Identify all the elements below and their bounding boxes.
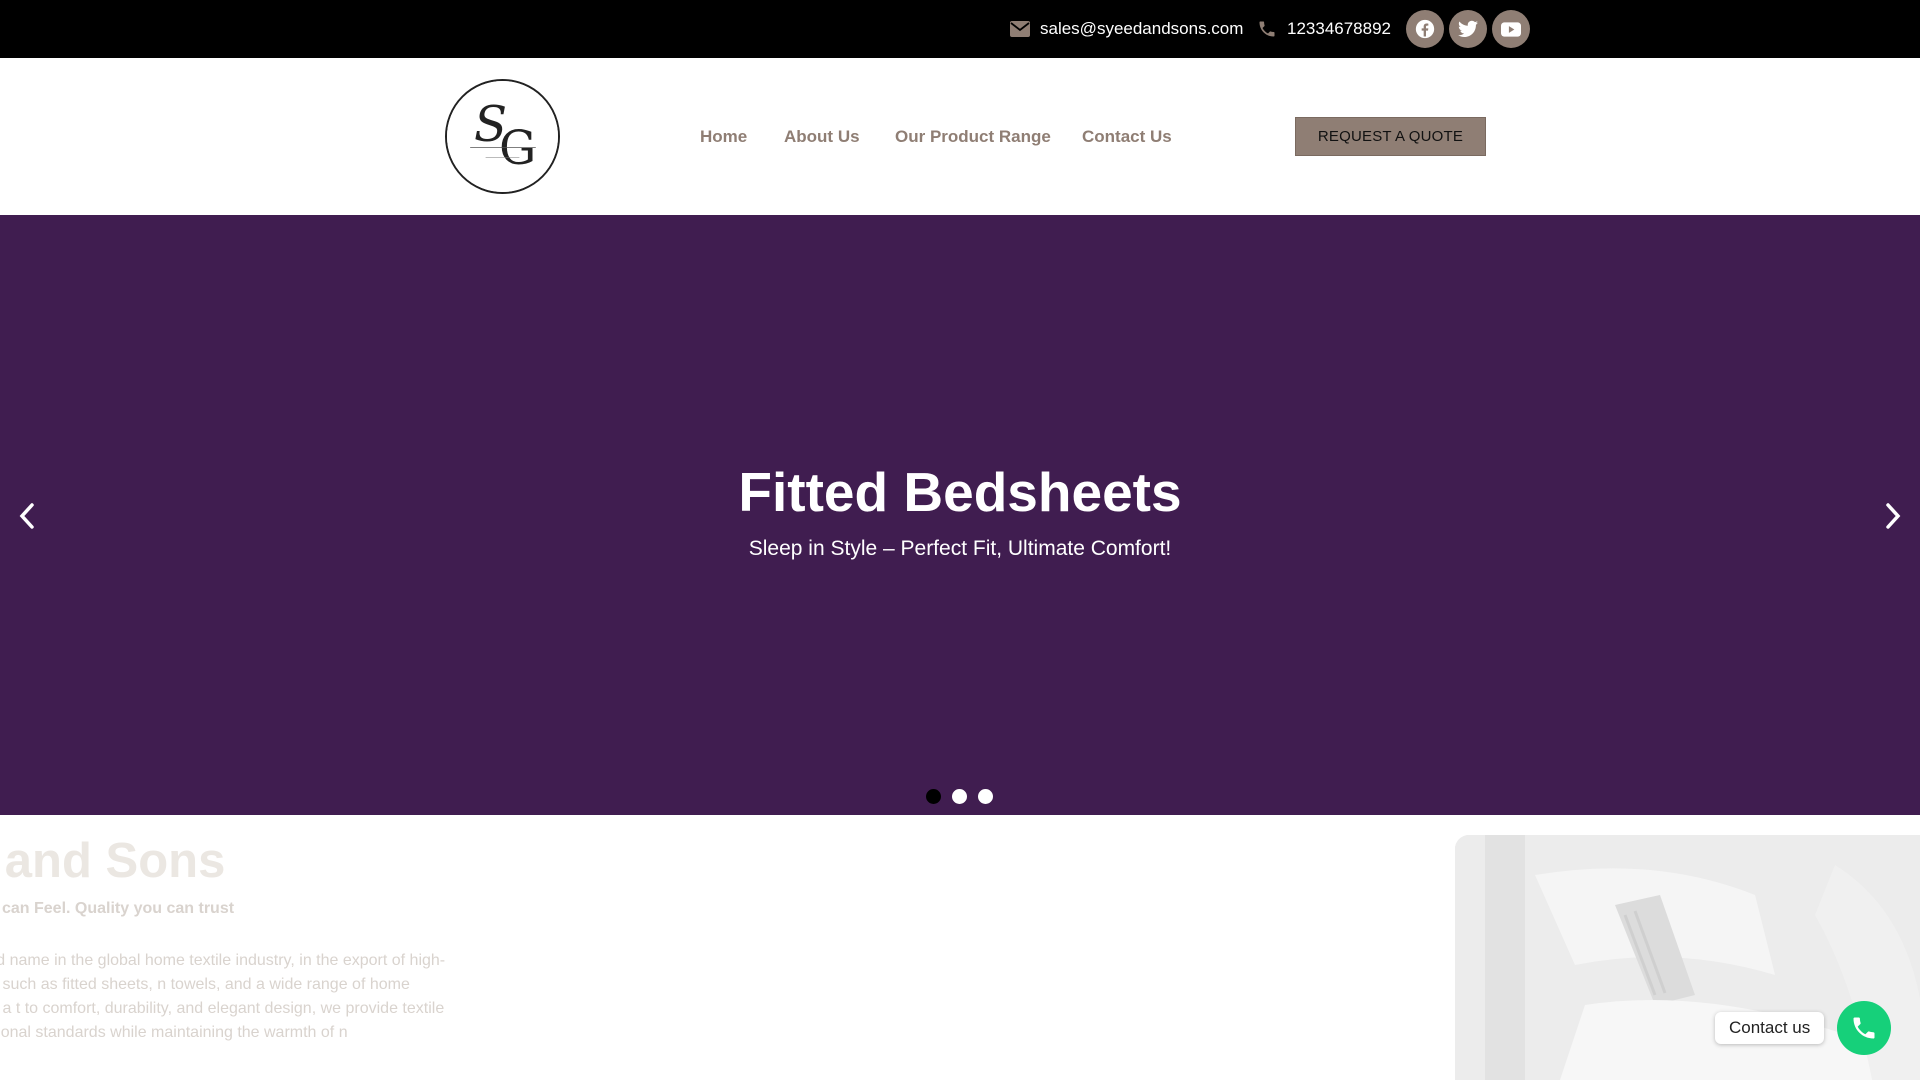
- contact-us-label[interactable]: Contact us: [1715, 1012, 1825, 1044]
- twitter-icon: [1458, 20, 1478, 37]
- site-logo[interactable]: S G: [445, 79, 560, 194]
- slider-dot-2[interactable]: [952, 789, 967, 804]
- facebook-icon: [1415, 19, 1435, 39]
- nav-about-us[interactable]: About Us: [784, 127, 860, 147]
- phone-icon: [1259, 21, 1275, 37]
- site-header: S G Home About Us Our Product Range Cont…: [0, 58, 1920, 215]
- phone-icon: [1853, 1017, 1875, 1039]
- nav-home[interactable]: Home: [700, 127, 747, 147]
- email-contact[interactable]: sales@syeedandsons.com: [1010, 0, 1243, 58]
- about-title: ed and Sons: [0, 834, 226, 888]
- slider-next-button[interactable]: [1878, 498, 1908, 534]
- hero-title: Fitted Bedsheets: [738, 461, 1182, 523]
- twitter-button[interactable]: [1449, 10, 1487, 48]
- phone-contact[interactable]: 12334678892: [1257, 0, 1391, 58]
- youtube-icon: [1501, 21, 1521, 37]
- call-button[interactable]: [1837, 1001, 1891, 1055]
- phone-text[interactable]: 12334678892: [1287, 19, 1391, 39]
- about-tagline: ou can Feel. Quality you can trust: [0, 900, 235, 917]
- slider-pagination: [0, 789, 1920, 805]
- nav-contact-us[interactable]: Contact Us: [1082, 127, 1172, 147]
- about-body: Sons is a trusted name in the global hom…: [0, 952, 446, 1041]
- youtube-button[interactable]: [1492, 10, 1530, 48]
- chevron-right-icon: [1886, 503, 1901, 529]
- slider-dot-1[interactable]: [926, 789, 941, 804]
- logo-monogram-icon: S G: [447, 81, 558, 192]
- request-quote-button[interactable]: REQUEST A QUOTE: [1295, 117, 1486, 156]
- envelope-icon: [1010, 21, 1030, 37]
- facebook-button[interactable]: [1406, 10, 1444, 48]
- top-bar: sales@syeedandsons.com 12334678892: [0, 0, 1920, 58]
- slider-dot-3[interactable]: [978, 789, 993, 804]
- hero-slider: Fitted Bedsheets Sleep in Style – Perfec…: [0, 215, 1920, 815]
- email-text[interactable]: sales@syeedandsons.com: [1040, 19, 1243, 39]
- hero-subtitle: Sleep in Style – Perfect Fit, Ultimate C…: [748, 537, 1172, 560]
- about-section: ed and Sons ou can Feel. Quality you can…: [0, 815, 1920, 1080]
- nav-product-range[interactable]: Our Product Range: [895, 127, 1051, 147]
- svg-text:G: G: [499, 121, 536, 175]
